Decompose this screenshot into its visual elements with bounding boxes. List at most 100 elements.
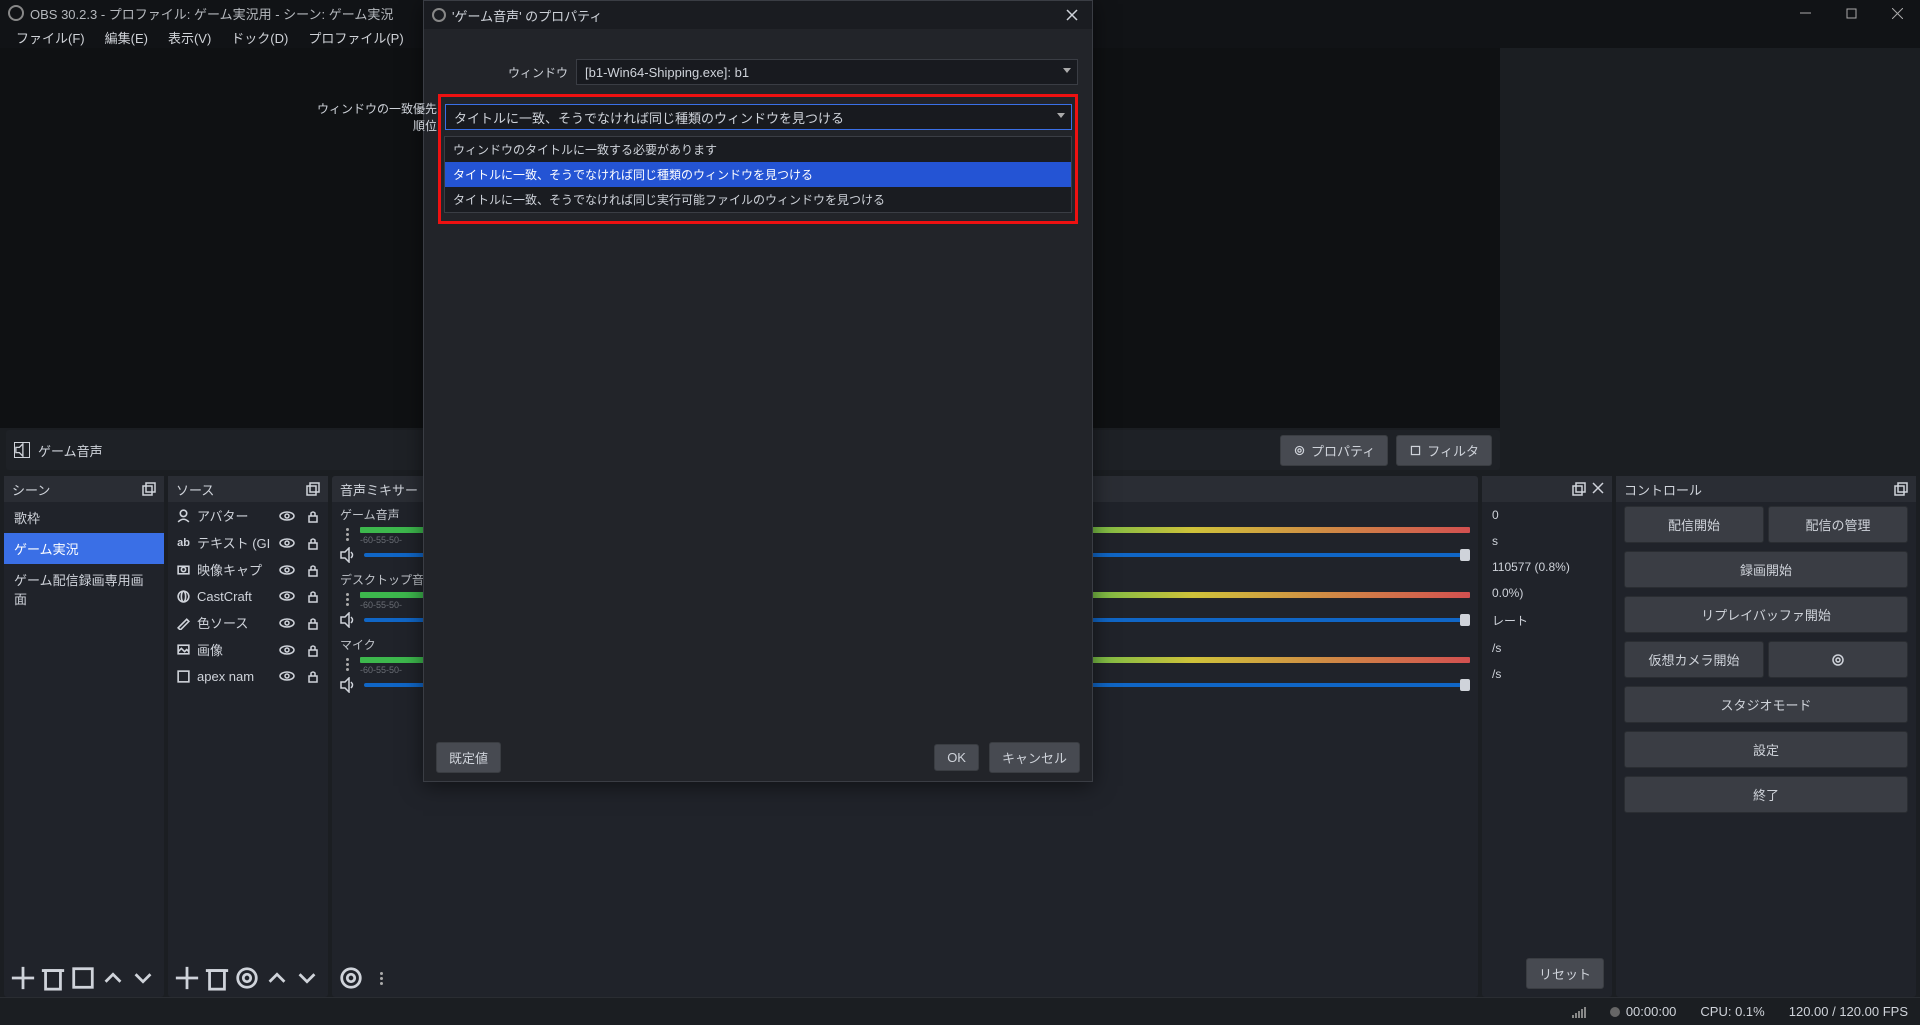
- move-down-button[interactable]: [130, 965, 156, 991]
- speaker-icon[interactable]: [340, 547, 356, 563]
- cancel-button[interactable]: キャンセル: [989, 742, 1080, 773]
- settings-button[interactable]: 設定: [1624, 731, 1908, 768]
- source-row[interactable]: 色ソース: [168, 609, 328, 636]
- stat-row: 0: [1482, 502, 1612, 528]
- match-priority-dropdown: ウィンドウのタイトルに一致する必要があります タイトルに一致、そうでなければ同じ…: [444, 136, 1072, 213]
- filters-button[interactable]: フィルタ: [1396, 435, 1492, 466]
- more-icon[interactable]: [340, 658, 354, 671]
- source-row[interactable]: CastCraft: [168, 583, 328, 609]
- lock-icon[interactable]: [306, 589, 320, 603]
- lock-icon[interactable]: [306, 643, 320, 657]
- gear-icon: [1293, 444, 1306, 457]
- visibility-icon[interactable]: [278, 507, 296, 525]
- mixer-settings-button[interactable]: [338, 965, 364, 991]
- virtual-camera-settings-button[interactable]: [1768, 641, 1908, 678]
- move-up-button[interactable]: [100, 965, 126, 991]
- more-icon[interactable]: [340, 528, 354, 541]
- visibility-icon[interactable]: [278, 534, 296, 552]
- move-down-button[interactable]: [294, 965, 320, 991]
- manage-broadcast-button[interactable]: 配信の管理: [1768, 506, 1908, 543]
- match-priority-combobox[interactable]: タイトルに一致、そうでなければ同じ種類のウィンドウを見つける: [445, 104, 1072, 130]
- source-row[interactable]: アバター: [168, 502, 328, 529]
- window-title: OBS 30.2.3 - プロファイル: ゲーム実況用 - シーン: ゲーム実況: [30, 4, 393, 23]
- filter-icon: [1409, 444, 1422, 457]
- scene-item[interactable]: ゲーム配信録画専用画面: [4, 564, 164, 614]
- dropdown-option[interactable]: タイトルに一致、そうでなければ同じ実行可能ファイルのウィンドウを見つける: [445, 187, 1071, 212]
- speaker-icon[interactable]: [340, 677, 356, 693]
- remove-scene-button[interactable]: [40, 965, 66, 991]
- popout-icon[interactable]: [306, 482, 320, 496]
- studio-mode-button[interactable]: スタジオモード: [1624, 686, 1908, 723]
- dialog-close-button[interactable]: [1060, 3, 1084, 27]
- visibility-icon[interactable]: [278, 667, 296, 685]
- menu-profile[interactable]: プロファイル(P): [298, 26, 413, 49]
- lock-icon[interactable]: [306, 616, 320, 630]
- ok-button[interactable]: OK: [934, 744, 979, 771]
- scenes-panel: シーン 歌枠 ゲーム実況 ゲーム配信録画専用画面: [4, 476, 164, 997]
- lock-icon[interactable]: [306, 669, 320, 683]
- stat-row: s: [1482, 528, 1612, 554]
- network-bars: [1572, 1006, 1586, 1018]
- camera-icon: [176, 562, 191, 577]
- dialog-footer: 既定値 OK キャンセル: [424, 733, 1092, 781]
- scene-item[interactable]: ゲーム実況: [4, 533, 164, 564]
- replay-buffer-button[interactable]: リプレイバッファ開始: [1624, 596, 1908, 633]
- visibility-icon[interactable]: [278, 614, 296, 632]
- stat-row: 0.0%): [1482, 580, 1612, 606]
- properties-button[interactable]: プロパティ: [1280, 435, 1388, 466]
- menu-file[interactable]: ファイル(F): [6, 26, 95, 49]
- source-row[interactable]: abテキスト (GI: [168, 529, 328, 556]
- lock-icon[interactable]: [306, 536, 320, 550]
- lock-icon[interactable]: [306, 509, 320, 523]
- close-icon[interactable]: [1592, 482, 1604, 494]
- exit-button[interactable]: 終了: [1624, 776, 1908, 813]
- dropdown-option[interactable]: ウィンドウのタイトルに一致する必要があります: [445, 137, 1071, 162]
- visibility-icon[interactable]: [278, 641, 296, 659]
- source-properties-button[interactable]: [234, 965, 260, 991]
- stat-row: レート: [1482, 606, 1612, 635]
- visibility-icon[interactable]: [278, 587, 296, 605]
- add-source-button[interactable]: [174, 965, 200, 991]
- more-icon[interactable]: [340, 593, 354, 606]
- scene-item[interactable]: 歌枠: [4, 502, 164, 533]
- window-combobox[interactable]: [b1-Win64-Shipping.exe]: b1: [576, 59, 1078, 85]
- menu-edit[interactable]: 編集(E): [95, 26, 158, 49]
- speaker-icon[interactable]: [340, 612, 356, 628]
- scene-filter-button[interactable]: [70, 965, 96, 991]
- lock-icon[interactable]: [306, 563, 320, 577]
- source-row[interactable]: apex nam: [168, 663, 328, 689]
- selected-source-name: ゲーム音声: [38, 441, 103, 460]
- add-scene-button[interactable]: [10, 965, 36, 991]
- window-label: ウィンドウ: [438, 64, 568, 81]
- minimize-button[interactable]: [1782, 0, 1828, 26]
- start-recording-button[interactable]: 録画開始: [1624, 551, 1908, 588]
- reset-button[interactable]: リセット: [1526, 958, 1604, 989]
- popout-icon[interactable]: [1572, 482, 1586, 496]
- source-row[interactable]: 映像キャプ: [168, 556, 328, 583]
- dropdown-option[interactable]: タイトルに一致、そうでなければ同じ種類のウィンドウを見つける: [445, 162, 1071, 187]
- rec-time: 00:00:00: [1626, 1004, 1677, 1019]
- source-row[interactable]: 画像: [168, 636, 328, 663]
- remove-source-button[interactable]: [204, 965, 230, 991]
- close-button[interactable]: [1874, 0, 1920, 26]
- defaults-button[interactable]: 既定値: [436, 742, 501, 773]
- menu-view[interactable]: 表示(V): [158, 26, 221, 49]
- controls-panel: コントロール 配信開始 配信の管理 録画開始 リプレイバッファ開始 仮想カメラ開…: [1616, 476, 1916, 997]
- globe-icon: [176, 589, 191, 604]
- maximize-button[interactable]: [1828, 0, 1874, 26]
- image-icon: [176, 642, 191, 657]
- virtual-camera-button[interactable]: 仮想カメラ開始: [1624, 641, 1764, 678]
- dialog-titlebar: 'ゲーム音声' のプロパティ: [424, 1, 1092, 29]
- audio-icon: [14, 442, 30, 458]
- gear-icon: [1831, 653, 1845, 667]
- text-icon: ab: [176, 535, 191, 550]
- match-priority-label: ウィンドウの一致優先順位: [307, 100, 437, 134]
- move-up-button[interactable]: [264, 965, 290, 991]
- popout-icon[interactable]: [1894, 482, 1908, 496]
- popout-icon[interactable]: [142, 482, 156, 496]
- visibility-icon[interactable]: [278, 561, 296, 579]
- mixer-more-button[interactable]: [368, 965, 394, 991]
- start-streaming-button[interactable]: 配信開始: [1624, 506, 1764, 543]
- menu-dock[interactable]: ドック(D): [221, 26, 298, 49]
- chevron-down-icon: [1063, 68, 1071, 73]
